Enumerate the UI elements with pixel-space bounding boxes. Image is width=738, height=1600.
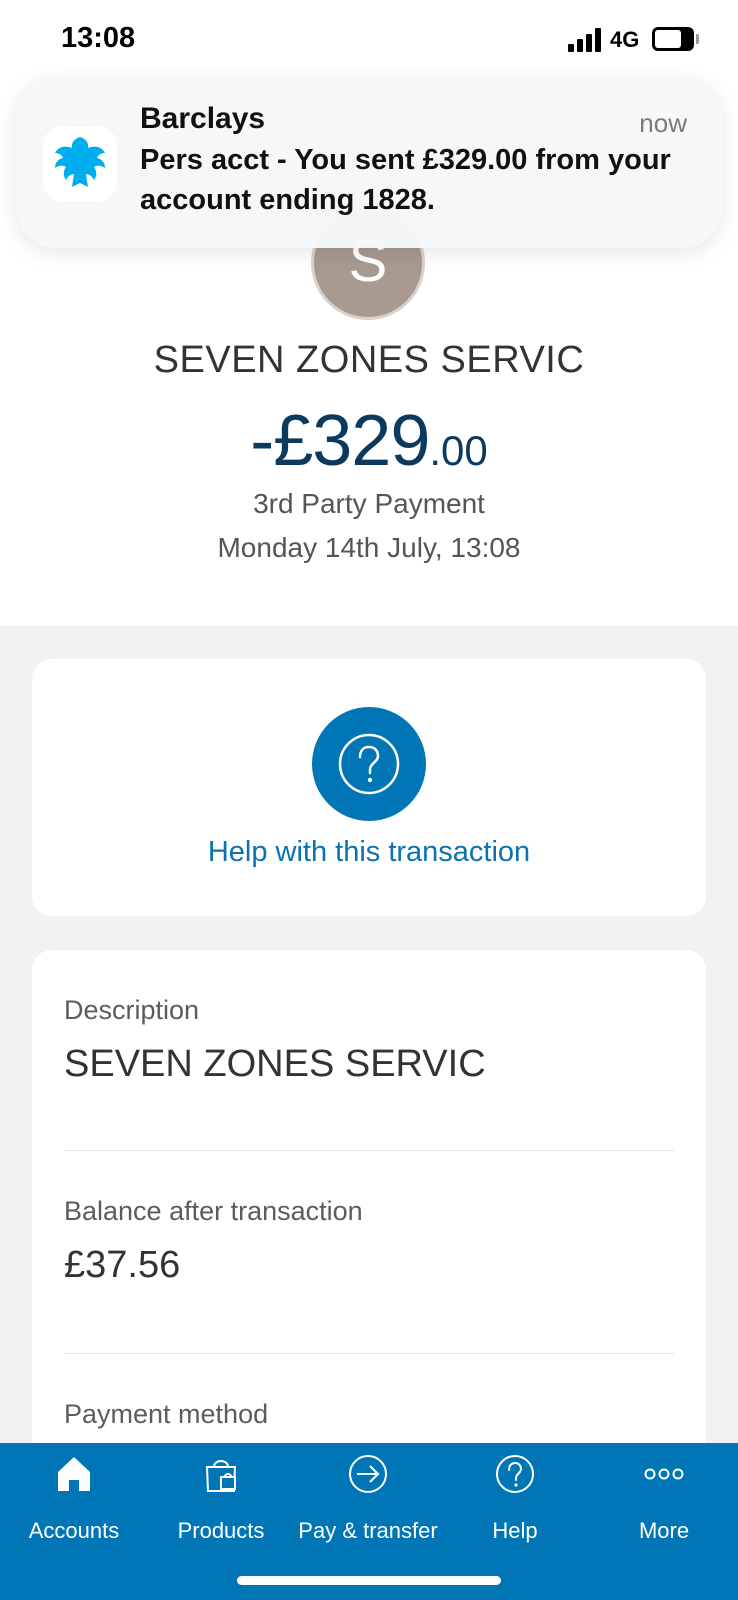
divider bbox=[64, 1353, 674, 1354]
signal-icon bbox=[568, 28, 602, 52]
notification-time: now bbox=[639, 108, 687, 138]
tab-label: Help bbox=[492, 1518, 538, 1543]
tab-accounts[interactable]: Accounts bbox=[0, 1443, 148, 1563]
transaction-date: Monday 14th July, 13:08 bbox=[217, 532, 521, 563]
home-icon bbox=[58, 1457, 90, 1491]
amount-main: -£329 bbox=[250, 401, 430, 481]
tab-help[interactable]: Help bbox=[441, 1443, 589, 1563]
more-icon bbox=[644, 1468, 684, 1480]
help-with-transaction-link[interactable]: Help with this transaction bbox=[32, 836, 706, 869]
barclays-eagle-icon bbox=[43, 127, 117, 201]
payment-method-label: Payment method bbox=[64, 1399, 269, 1429]
notification-banner[interactable]: Barclays now Pers acct - You sent £329.0… bbox=[16, 78, 722, 248]
tab-more[interactable]: More bbox=[590, 1443, 738, 1563]
help-question-icon[interactable] bbox=[312, 707, 426, 821]
merchant-name: SEVEN ZONES SERVIC bbox=[153, 339, 585, 381]
battery-icon: 54 bbox=[652, 27, 694, 51]
tab-label: Pay & transfer bbox=[298, 1518, 438, 1543]
notification-app-name: Barclays bbox=[140, 102, 266, 135]
arrow-circle-icon bbox=[349, 1455, 387, 1493]
transaction-amount: -£329.00 bbox=[0, 400, 738, 482]
divider bbox=[64, 1150, 674, 1151]
description-value: SEVEN ZONES SERVIC bbox=[64, 1043, 486, 1085]
tab-label: Products bbox=[177, 1518, 265, 1543]
tab-products[interactable]: Products bbox=[147, 1443, 295, 1563]
balance-value: £37.56 bbox=[64, 1244, 181, 1286]
network-type: 4G bbox=[610, 27, 640, 52]
description-label: Description bbox=[64, 995, 200, 1025]
notification-message: Pers acct - You sent £329.00 from your a… bbox=[140, 144, 671, 216]
status-bar: 13:08 4G 54 bbox=[0, 0, 738, 80]
battery-level-text: 54 bbox=[662, 29, 684, 49]
battery-nub bbox=[696, 34, 699, 44]
tab-label: More bbox=[638, 1518, 690, 1543]
balance-label: Balance after transaction bbox=[64, 1196, 363, 1226]
home-indicator[interactable] bbox=[237, 1576, 501, 1585]
help-card[interactable]: Help with this transaction bbox=[32, 659, 706, 916]
transaction-type: 3rd Party Payment bbox=[253, 488, 485, 519]
tab-pay-transfer[interactable]: Pay & transfer bbox=[294, 1443, 442, 1563]
tab-label: Accounts bbox=[28, 1518, 120, 1543]
status-time: 13:08 bbox=[61, 22, 136, 54]
shopping-bag-icon bbox=[205, 1460, 237, 1492]
details-card: Description SEVEN ZONES SERVIC Balance a… bbox=[32, 950, 706, 1470]
help-icon bbox=[496, 1455, 534, 1493]
amount-pence: .00 bbox=[429, 427, 488, 474]
